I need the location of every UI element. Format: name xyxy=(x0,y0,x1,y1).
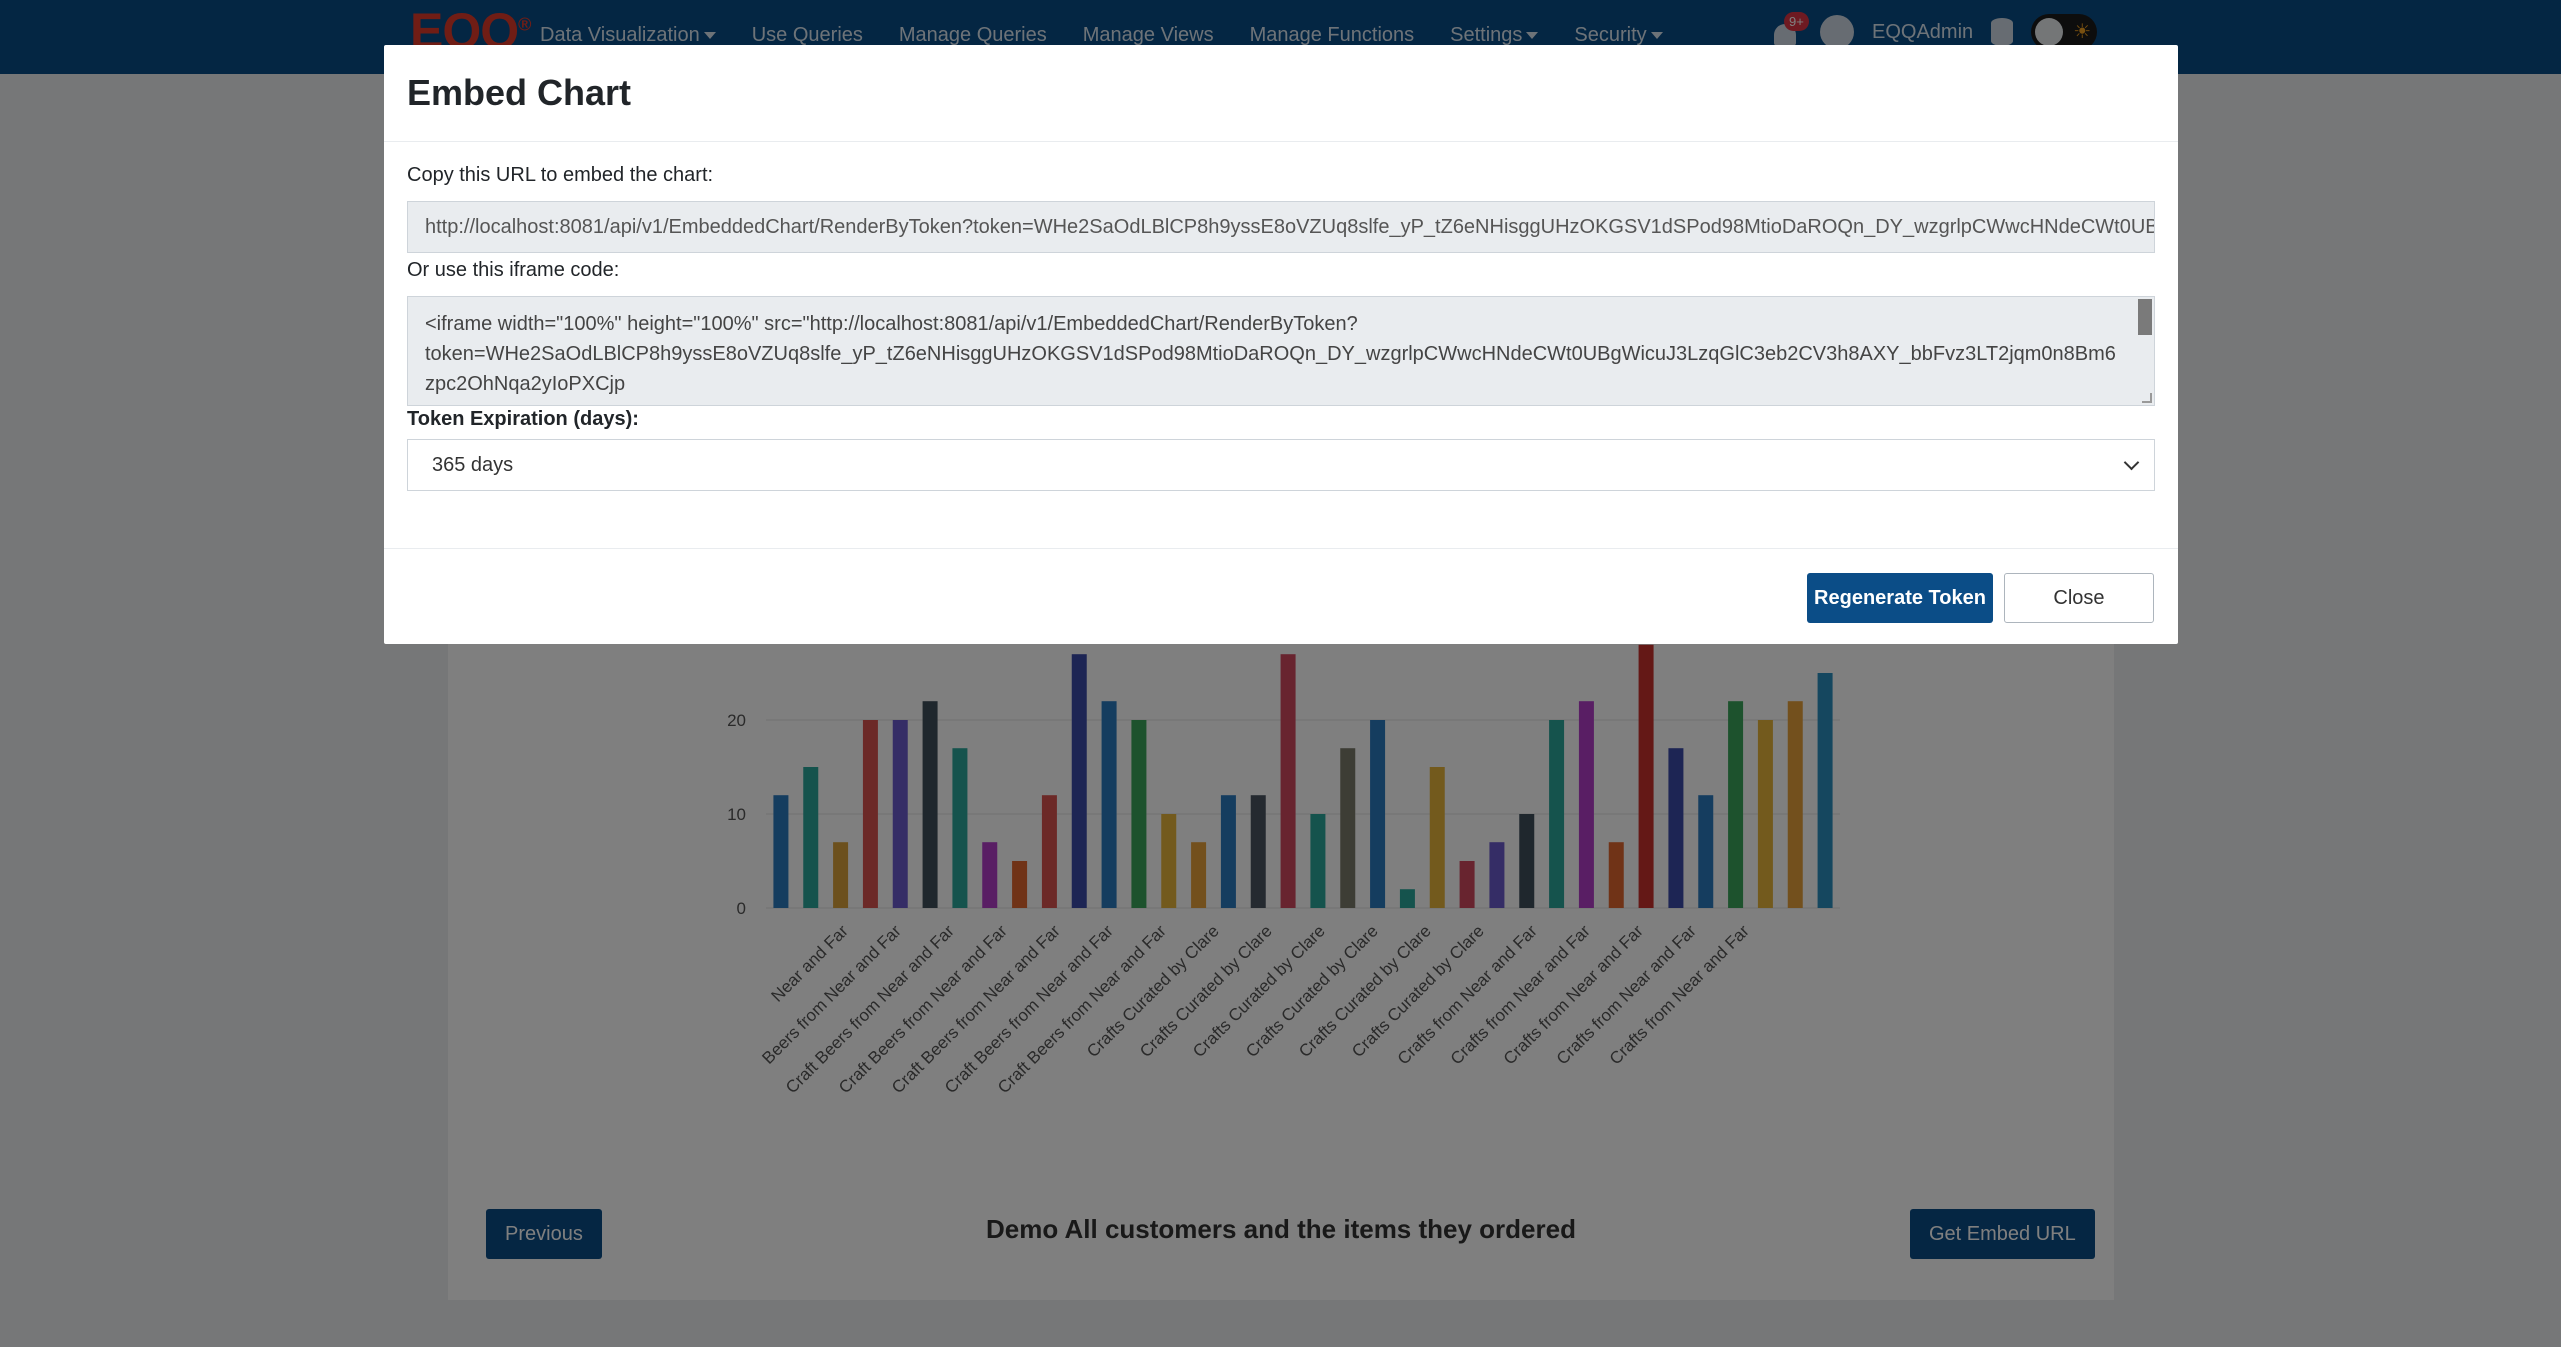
embed-chart-modal: Embed Chart Copy this URL to embed the c… xyxy=(384,45,2178,644)
token-expiration-select[interactable]: 365 days xyxy=(407,439,2155,491)
textarea-scrollbar[interactable] xyxy=(2138,299,2152,335)
modal-header: Embed Chart xyxy=(384,45,2178,142)
modal-footer: Regenerate Token Close xyxy=(384,548,2178,644)
modal-body: Copy this URL to embed the chart: http:/… xyxy=(384,142,2178,548)
resize-handle[interactable] xyxy=(2142,393,2152,403)
close-button[interactable]: Close xyxy=(2004,573,2154,623)
token-expiration-label: Token Expiration (days): xyxy=(407,408,639,430)
regenerate-token-button[interactable]: Regenerate Token xyxy=(1807,573,1993,623)
url-label: Copy this URL to embed the chart: xyxy=(407,164,714,186)
token-expiration-value: 365 days xyxy=(432,453,514,476)
embed-url-field[interactable]: http://localhost:8081/api/v1/EmbeddedCha… xyxy=(407,201,2155,253)
modal-title: Embed Chart xyxy=(407,72,632,113)
iframe-code-textarea[interactable]: <iframe width="100%" height="100%" src="… xyxy=(407,296,2155,406)
iframe-code-text: <iframe width="100%" height="100%" src="… xyxy=(425,313,2120,405)
chevron-down-icon xyxy=(2123,454,2140,470)
iframe-label: Or use this iframe code: xyxy=(407,259,620,281)
